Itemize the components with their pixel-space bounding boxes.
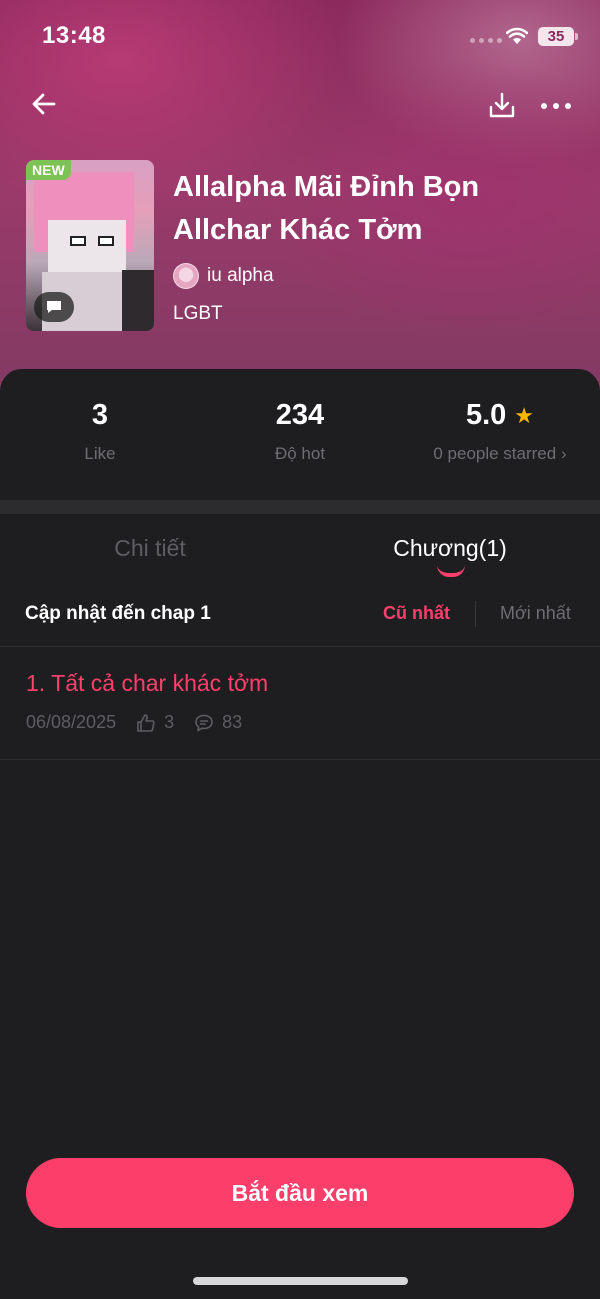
chapter-comment-count: 83 (222, 712, 243, 732)
back-arrow-icon[interactable] (28, 88, 60, 120)
download-icon[interactable] (486, 90, 518, 122)
stat-like: 3 Like (0, 399, 200, 464)
stats-row: 3 Like 234 Độ hot 5.0 ★ 0 people starred (0, 369, 600, 499)
stat-rating[interactable]: 5.0 ★ 0 people starred (400, 399, 600, 464)
author-link[interactable]: iu alpha (173, 263, 274, 289)
active-tab-indicator (437, 565, 465, 577)
update-status: Cập nhật đến chap 1 (25, 603, 211, 624)
start-reading-button[interactable]: Bắt đầu xem (26, 1158, 574, 1228)
tab-chapters[interactable]: Chương(1) (300, 535, 600, 562)
like-count: 3 (91, 399, 109, 431)
sort-divider (475, 601, 476, 627)
chapter-item[interactable]: 1. Tất cả char khác tởm 06/08/2025 3 83 (0, 648, 600, 760)
wifi-icon (506, 27, 528, 44)
sort-oldest-button[interactable]: Cũ nhất (383, 603, 450, 624)
cellular-signal-icon (470, 38, 502, 43)
book-cover[interactable]: NEW (26, 160, 154, 331)
divider (0, 500, 600, 514)
comment-icon (195, 714, 213, 731)
stat-hot: 234 Độ hot (200, 399, 400, 464)
chapter-meta: 06/08/2025 3 83 (26, 712, 262, 733)
battery-icon: 35 (538, 27, 578, 46)
author-name: iu alpha (207, 265, 274, 286)
sort-newest-button[interactable]: Mới nhất (500, 603, 571, 624)
thumbs-up-icon (137, 713, 155, 732)
home-indicator[interactable] (193, 1277, 408, 1285)
hot-count: 234 (275, 399, 325, 431)
tab-details[interactable]: Chi tiết (0, 535, 300, 562)
more-options-icon[interactable] (538, 90, 574, 122)
chat-icon (34, 292, 74, 322)
hot-label: Độ hot (274, 444, 326, 463)
tab-bar: Chi tiết Chương(1) (0, 529, 600, 579)
rating-label: 0 people starred (400, 444, 600, 464)
chapter-like-count: 3 (164, 712, 175, 732)
status-bar: 13:48 35 (0, 0, 600, 72)
star-icon: ★ (514, 402, 535, 428)
rating-value: 5.0 (465, 399, 507, 431)
status-time: 13:48 (42, 22, 106, 49)
avatar (173, 263, 199, 289)
chapter-date: 06/08/2025 (26, 712, 117, 732)
chapter-list-header: Cập nhật đến chap 1 Cũ nhất Mới nhất (0, 589, 600, 647)
chapter-title: 1. Tất cả char khác tởm (26, 670, 269, 696)
like-label: Like (84, 444, 116, 463)
new-badge: NEW (26, 160, 71, 180)
genre-tag[interactable]: LGBT (173, 303, 223, 325)
book-title: Allalpha Mãi Đỉnh Bọn Allchar Khác Tởm (173, 171, 480, 246)
